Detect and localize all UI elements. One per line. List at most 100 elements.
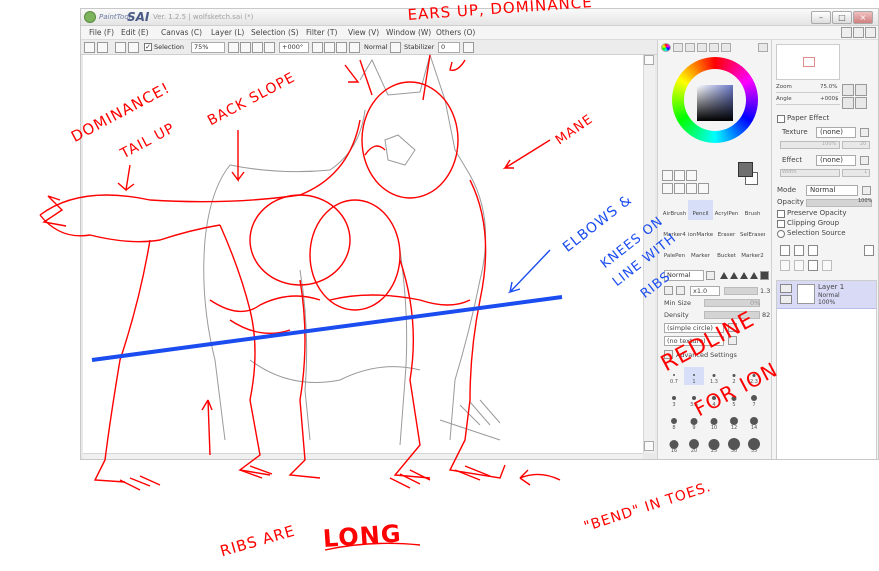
close-button[interactable]: ×	[853, 11, 873, 24]
new-folder-icon[interactable]	[808, 245, 818, 256]
rotate-left-button[interactable]	[312, 42, 323, 53]
merge-down-icon[interactable]	[794, 260, 804, 271]
maximize-button[interactable]: □	[832, 11, 852, 24]
eyedropper-icon[interactable]	[686, 170, 697, 181]
brush-size-preset[interactable]: 3	[664, 390, 684, 408]
delete-layer-icon[interactable]	[822, 260, 832, 271]
magnifier-icon[interactable]	[662, 183, 673, 194]
rotation-field[interactable]: +000°	[279, 42, 309, 53]
tip-shape-3-icon[interactable]	[740, 272, 748, 279]
lock-icon[interactable]	[780, 295, 792, 304]
mdi-restore-button[interactable]	[853, 27, 864, 38]
menu-window[interactable]: Window (W)	[386, 28, 431, 37]
zoom-fit-button[interactable]	[252, 42, 263, 53]
brush-size-preset[interactable]: 8	[664, 413, 684, 431]
tip-shape-2-icon[interactable]	[730, 272, 738, 279]
tool-seleraser[interactable]: SelEraser	[740, 221, 765, 241]
swatches-tab[interactable]	[697, 43, 707, 52]
size-multiplier-select[interactable]: x1.0	[690, 286, 720, 296]
new-layer-icon[interactable]	[780, 245, 790, 256]
stabilizer-dropdown[interactable]	[463, 42, 474, 53]
scratchpad-tab[interactable]	[709, 43, 719, 52]
foreground-color-swatch[interactable]	[738, 162, 753, 177]
layer-row[interactable]: Layer 1 Normal 100%	[777, 281, 876, 309]
brush-size-preset[interactable]: 1	[684, 367, 704, 385]
clipping-group-checkbox[interactable]	[777, 220, 785, 228]
color-wheel-tab[interactable]	[661, 43, 671, 52]
hue-ring[interactable]	[672, 57, 758, 143]
menu-filter[interactable]: Filter (T)	[306, 28, 337, 37]
select-tool-icon[interactable]	[662, 170, 673, 181]
rotate-tool-icon[interactable]	[686, 183, 697, 194]
tool-bucket[interactable]: Bucket	[714, 242, 739, 262]
texture-select[interactable]: (none)	[816, 127, 856, 138]
brush-size-preset[interactable]: 30	[724, 436, 744, 454]
navigator-preview[interactable]	[776, 44, 840, 80]
paper-effect-toggle[interactable]	[777, 115, 785, 123]
color-mixer-tab[interactable]	[721, 43, 731, 52]
zoom-reset-button[interactable]	[264, 42, 275, 53]
blend-dropdown-arrow[interactable]	[706, 271, 715, 280]
navigator-view-frame[interactable]	[803, 57, 815, 67]
mdi-minimize-button[interactable]	[841, 27, 852, 38]
tool-acrylpen[interactable]: AcrylPen	[714, 200, 739, 220]
undo-button[interactable]	[84, 42, 95, 53]
menu-selection[interactable]: Selection (S)	[251, 28, 299, 37]
menu-others[interactable]: Others (O)	[436, 28, 475, 37]
saturation-value-square[interactable]	[697, 85, 733, 121]
zoom-field[interactable]: 75%	[191, 42, 225, 53]
nav-zoom-out-button[interactable]	[842, 84, 854, 96]
brush-size-preset[interactable]: 16	[664, 436, 684, 454]
redo-button[interactable]	[97, 42, 108, 53]
clear-layer-icon[interactable]	[808, 260, 818, 271]
nav-rotate-right-button[interactable]	[855, 97, 867, 109]
menu-edit[interactable]: Edit (E)	[121, 28, 149, 37]
mdi-close-button[interactable]	[865, 27, 876, 38]
tool-pencil[interactable]: Pencil	[688, 200, 713, 220]
scroll-up-arrow[interactable]	[644, 55, 654, 65]
canvas-horizontal-scrollbar[interactable]	[83, 453, 643, 459]
hand-tool-icon[interactable]	[674, 183, 685, 194]
transfer-down-icon[interactable]	[780, 260, 790, 271]
effect-dropdown-button[interactable]	[860, 156, 869, 165]
invert-selection-button[interactable]	[128, 42, 139, 53]
menu-view[interactable]: View (V)	[348, 28, 379, 37]
tip-shape-4-icon[interactable]	[750, 272, 758, 279]
rotation-reset-button[interactable]	[336, 42, 347, 53]
size-slider[interactable]	[724, 287, 758, 295]
new-linework-layer-icon[interactable]	[794, 245, 804, 256]
deselect-button[interactable]	[115, 42, 126, 53]
effect-select[interactable]: (none)	[816, 155, 856, 166]
scroll-down-arrow[interactable]	[644, 441, 654, 451]
tool-airbrush[interactable]: AirBrush	[662, 200, 687, 220]
nav-rotate-left-button[interactable]	[842, 97, 854, 109]
color-panel-menu-button[interactable]	[758, 43, 768, 52]
hsv-slider-tab[interactable]	[685, 43, 695, 52]
tool-marker2[interactable]: Marker2	[740, 242, 765, 262]
blend-mode-dropdown[interactable]	[390, 42, 401, 53]
tool-brush[interactable]: Brush	[740, 200, 765, 220]
zoom-out-button[interactable]	[228, 42, 239, 53]
nav-zoom-in-button[interactable]	[855, 84, 867, 96]
layer-mode-select[interactable]: Normal	[806, 185, 858, 196]
brush-size-preset[interactable]: 14	[744, 413, 764, 431]
lasso-tool-icon[interactable]	[674, 170, 685, 181]
brush-size-preset[interactable]: 25	[704, 436, 724, 454]
rgb-slider-tab[interactable]	[673, 43, 683, 52]
zoom-in-button[interactable]	[240, 42, 251, 53]
preserve-opacity-checkbox[interactable]	[777, 210, 785, 218]
menu-file[interactable]: File (F)	[89, 28, 114, 37]
size-mode-icon[interactable]	[676, 286, 685, 295]
drawing-canvas[interactable]	[83, 55, 643, 453]
minimize-button[interactable]: –	[811, 11, 831, 24]
brush-size-preset[interactable]: 35	[744, 436, 764, 454]
texture-dropdown-button[interactable]	[860, 128, 869, 137]
menu-canvas[interactable]: Canvas (C)	[161, 28, 202, 37]
menu-layer[interactable]: Layer (L)	[211, 28, 244, 37]
tip-shape-square-icon[interactable]	[760, 271, 769, 280]
tool-eraser[interactable]: Eraser	[714, 221, 739, 241]
layer-panel-menu-icon[interactable]	[864, 245, 874, 256]
tool-ionmarker[interactable]: ionMarker	[688, 221, 713, 241]
flip-canvas-button[interactable]	[349, 42, 360, 53]
tool-marker[interactable]: Marker	[688, 242, 713, 262]
